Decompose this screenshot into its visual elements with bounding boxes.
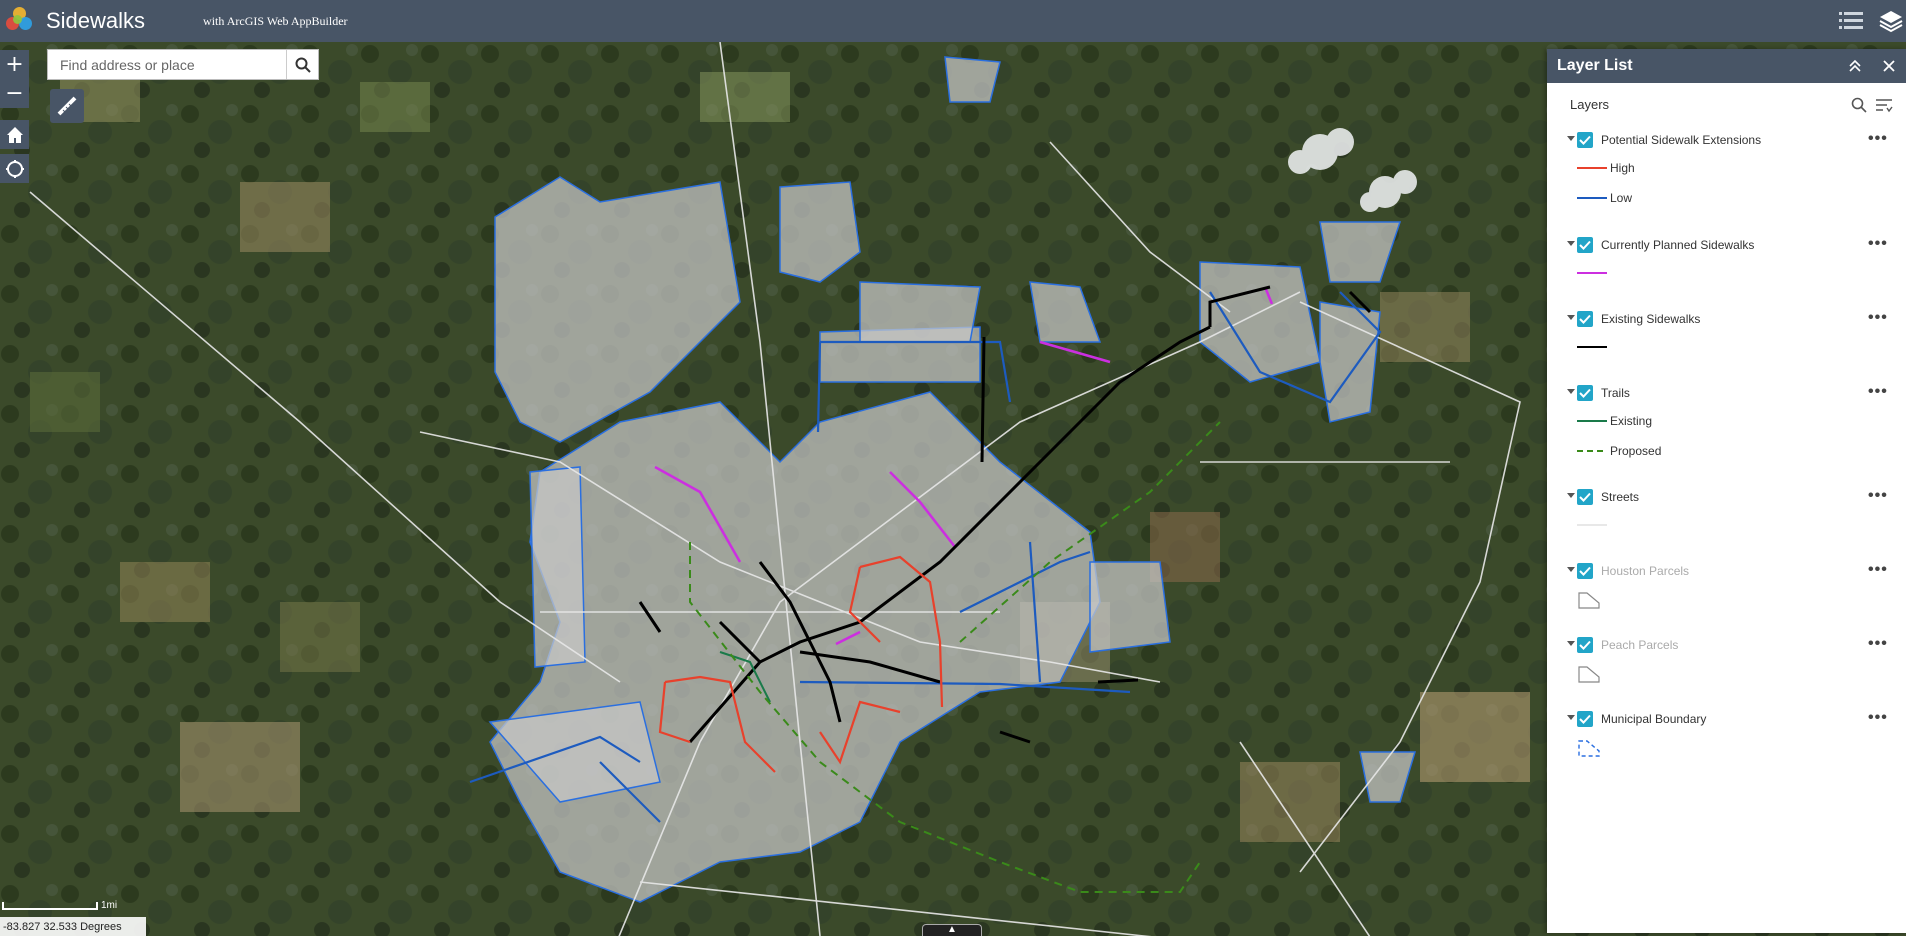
home-icon	[6, 126, 23, 143]
legend-swatch	[1577, 450, 1607, 452]
checkbox-icon[interactable]	[1577, 711, 1593, 727]
legend-label: Existing	[1610, 414, 1653, 428]
legend-label: Low	[1610, 191, 1633, 205]
boundary-symbol-icon	[1578, 740, 1600, 757]
locate-icon	[5, 159, 24, 178]
layer-name: Houston Parcels	[1601, 564, 1690, 578]
expand-caret-icon[interactable]	[1567, 241, 1575, 246]
layer-row[interactable]: Streets •••	[1547, 485, 1906, 509]
expand-caret-icon[interactable]	[1567, 715, 1575, 720]
scale-bar: 1mi	[2, 900, 117, 914]
checkbox-icon[interactable]	[1577, 311, 1593, 327]
layer-name: Potential Sidewalk Extensions	[1601, 133, 1762, 147]
legend-item: Proposed	[1547, 441, 1906, 461]
expand-caret-icon[interactable]	[1567, 567, 1575, 572]
search-button[interactable]	[286, 50, 318, 79]
layer-name: Existing Sidewalks	[1601, 312, 1701, 326]
attribution-toggle[interactable]: ▲	[922, 924, 982, 936]
layer-row[interactable]: Existing Sidewalks •••	[1547, 307, 1906, 331]
expand-caret-icon[interactable]	[1567, 641, 1575, 646]
search-icon	[295, 57, 311, 73]
legend-item	[1547, 737, 1906, 757]
expand-caret-icon[interactable]	[1567, 315, 1575, 320]
more-icon[interactable]: •••	[1868, 309, 1888, 327]
legend-item: High	[1547, 158, 1906, 178]
legend-item	[1547, 663, 1906, 683]
app-root: Sidewalks with ArcGIS Web AppBuilder + −…	[0, 0, 1906, 936]
more-icon[interactable]: •••	[1868, 383, 1888, 401]
legend-swatch	[1577, 197, 1607, 199]
layer-list-panel: Layer List Layers Potential Sidewalk Ext…	[1547, 49, 1906, 933]
layers-label: Layers	[1570, 97, 1610, 112]
layer-row[interactable]: Currently Planned Sidewalks •••	[1547, 233, 1906, 257]
layer-row[interactable]: Municipal Boundary •••	[1547, 707, 1906, 731]
legend-label: High	[1610, 161, 1635, 175]
more-icon[interactable]: •••	[1868, 635, 1888, 653]
legend-swatch	[1577, 272, 1607, 274]
measure-button[interactable]	[50, 89, 84, 123]
expand-caret-icon[interactable]	[1567, 493, 1575, 498]
legend-label: Proposed	[1610, 444, 1662, 458]
more-icon[interactable]: •••	[1868, 709, 1888, 727]
parcel-symbol-icon	[1578, 666, 1600, 683]
expand-caret-icon[interactable]	[1567, 389, 1575, 394]
checkbox-icon[interactable]	[1577, 385, 1593, 401]
parcel-symbol-icon	[1578, 592, 1600, 609]
zoom-out-icon[interactable]: −	[0, 79, 29, 108]
panel-header: Layer List	[1547, 49, 1906, 83]
more-icon[interactable]: •••	[1868, 130, 1888, 148]
layer-row[interactable]: Houston Parcels •••	[1547, 559, 1906, 583]
search-input[interactable]	[48, 50, 286, 79]
coordinate-readout: -83.827 32.533 Degrees	[0, 917, 146, 936]
layer-name: Currently Planned Sidewalks	[1601, 238, 1755, 252]
layer-name: Streets	[1601, 490, 1640, 504]
layer-name: Peach Parcels	[1601, 638, 1679, 652]
legend-item	[1547, 337, 1906, 357]
layers-icon[interactable]	[1876, 6, 1906, 36]
layer-name: Trails	[1601, 386, 1630, 400]
layer-list-toggle-icon[interactable]	[1836, 6, 1866, 36]
legend-swatch	[1577, 346, 1607, 348]
checkbox-icon[interactable]	[1577, 563, 1593, 579]
legend-swatch	[1577, 420, 1607, 422]
search-widget	[47, 49, 319, 80]
checkbox-icon[interactable]	[1577, 637, 1593, 653]
checkbox-icon[interactable]	[1577, 489, 1593, 505]
legend-item	[1547, 515, 1906, 535]
more-icon[interactable]: •••	[1868, 487, 1888, 505]
collapse-icon[interactable]	[1843, 54, 1867, 78]
close-icon[interactable]	[1877, 54, 1901, 78]
scale-label: 1mi	[101, 900, 118, 911]
layer-name: Municipal Boundary	[1601, 712, 1707, 726]
legend-item	[1547, 263, 1906, 283]
panel-search-icon[interactable]	[1848, 94, 1870, 116]
checkbox-icon[interactable]	[1577, 132, 1593, 148]
legend-swatch	[1577, 167, 1607, 169]
filter-icon[interactable]	[1873, 94, 1895, 116]
measure-icon	[57, 96, 77, 116]
layer-row[interactable]: Trails •••	[1547, 381, 1906, 405]
checkbox-icon[interactable]	[1577, 237, 1593, 253]
more-icon[interactable]: •••	[1868, 561, 1888, 579]
home-button[interactable]	[0, 120, 29, 149]
panel-title: Layer List	[1557, 57, 1633, 74]
zoom-control: + −	[0, 50, 29, 108]
legend-swatch	[1577, 524, 1607, 526]
legend-item: Low	[1547, 188, 1906, 208]
layer-row[interactable]: Peach Parcels •••	[1547, 633, 1906, 657]
zoom-in-icon[interactable]: +	[0, 50, 29, 79]
expand-caret-icon[interactable]	[1567, 136, 1575, 141]
app-header: Sidewalks with ArcGIS Web AppBuilder	[0, 0, 1906, 42]
app-logo-icon	[6, 7, 34, 35]
app-subtitle: with ArcGIS Web AppBuilder	[203, 13, 348, 28]
layer-row[interactable]: Potential Sidewalk Extensions •••	[1547, 128, 1906, 152]
locate-button[interactable]	[0, 154, 29, 183]
app-title: Sidewalks	[46, 8, 146, 33]
legend-item	[1547, 589, 1906, 609]
legend-item: Existing	[1547, 411, 1906, 431]
more-icon[interactable]: •••	[1868, 235, 1888, 253]
